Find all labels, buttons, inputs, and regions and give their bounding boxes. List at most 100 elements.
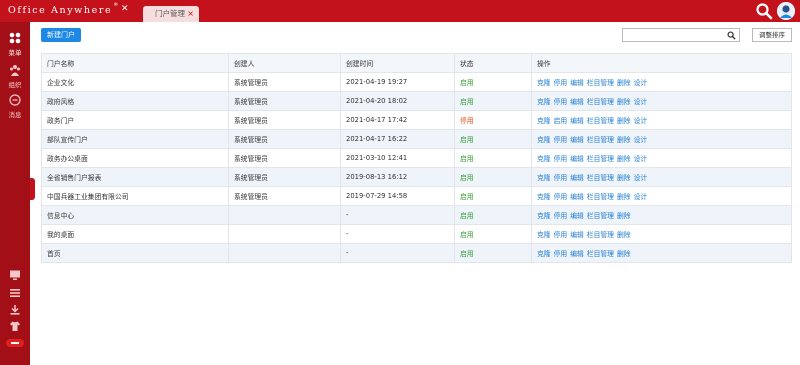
action-link[interactable]: 停用 bbox=[554, 250, 568, 258]
action-link[interactable]: 栏目管理 bbox=[587, 79, 614, 87]
search-icon[interactable] bbox=[755, 2, 773, 20]
monitor-icon[interactable] bbox=[9, 269, 21, 281]
sidebar-item-messages[interactable]: 消息 bbox=[0, 94, 30, 119]
action-link[interactable]: 编辑 bbox=[570, 98, 584, 106]
message-icon bbox=[9, 94, 21, 106]
action-link[interactable]: 编辑 bbox=[570, 231, 584, 239]
table-row: 首页 - 启用 克隆 停用 编辑 栏目管理 删除 bbox=[41, 243, 792, 263]
action-link[interactable]: 栏目管理 bbox=[587, 98, 614, 106]
action-link[interactable]: 删除 bbox=[617, 174, 631, 182]
action-link[interactable]: 编辑 bbox=[570, 212, 584, 220]
portal-name-cell: 企业文化 bbox=[41, 72, 229, 92]
action-link[interactable]: 编辑 bbox=[570, 250, 584, 258]
action-link[interactable]: 设计 bbox=[634, 117, 648, 125]
action-link[interactable]: 栏目管理 bbox=[587, 212, 614, 220]
actions-cell: 克隆 停用 编辑 栏目管理 删除 bbox=[531, 205, 792, 225]
action-link[interactable]: 栏目管理 bbox=[587, 155, 614, 163]
new-portal-button[interactable]: 新建门户 bbox=[41, 28, 81, 42]
action-link[interactable]: 克隆 bbox=[537, 174, 551, 182]
search-icon[interactable] bbox=[727, 31, 736, 40]
action-link[interactable]: 停用 bbox=[554, 155, 568, 163]
action-link[interactable]: 克隆 bbox=[537, 231, 551, 239]
shirt-icon[interactable] bbox=[9, 320, 21, 332]
action-link[interactable]: 编辑 bbox=[570, 193, 584, 201]
action-link[interactable]: 停用 bbox=[554, 231, 568, 239]
action-link[interactable]: 克隆 bbox=[537, 155, 551, 163]
portal-name-cell: 首页 bbox=[41, 243, 229, 263]
action-link[interactable]: 删除 bbox=[617, 98, 631, 106]
action-link[interactable]: 克隆 bbox=[537, 98, 551, 106]
action-link[interactable]: 编辑 bbox=[570, 174, 584, 182]
actions-cell: 克隆 停用 编辑 栏目管理 删除 bbox=[531, 243, 792, 263]
actions-cell: 克隆 停用 编辑 栏目管理 删除 设计 bbox=[531, 148, 792, 168]
action-link[interactable]: 设计 bbox=[634, 79, 648, 87]
list-icon[interactable] bbox=[9, 287, 21, 299]
action-link[interactable]: 栏目管理 bbox=[587, 174, 614, 182]
action-link[interactable]: 克隆 bbox=[537, 193, 551, 201]
close-icon[interactable]: ✕ bbox=[121, 5, 129, 14]
action-link[interactable]: 停用 bbox=[554, 98, 568, 106]
sidebar-item-org[interactable]: 组织 bbox=[0, 64, 30, 89]
action-link[interactable]: 克隆 bbox=[537, 79, 551, 87]
action-link[interactable]: 删除 bbox=[617, 155, 631, 163]
search-field[interactable] bbox=[622, 28, 740, 42]
action-link[interactable]: 设计 bbox=[634, 98, 648, 106]
action-link[interactable]: 栏目管理 bbox=[587, 117, 614, 125]
action-link[interactable]: 设计 bbox=[634, 136, 648, 144]
action-link[interactable]: 设计 bbox=[634, 193, 648, 201]
action-link[interactable]: 克隆 bbox=[537, 212, 551, 220]
action-link[interactable]: 克隆 bbox=[537, 250, 551, 258]
action-link[interactable]: 栏目管理 bbox=[587, 136, 614, 144]
action-link[interactable]: 停用 bbox=[554, 193, 568, 201]
action-link[interactable]: 栏目管理 bbox=[587, 193, 614, 201]
action-link[interactable]: 编辑 bbox=[570, 79, 584, 87]
action-link[interactable]: 停用 bbox=[554, 174, 568, 182]
action-link[interactable]: 删除 bbox=[617, 79, 631, 87]
actions-cell: 克隆 停用 编辑 栏目管理 删除 设计 bbox=[531, 72, 792, 92]
action-link[interactable]: 删除 bbox=[617, 250, 631, 258]
column-header: 门户名称 bbox=[41, 53, 229, 73]
action-link[interactable]: 停用 bbox=[554, 136, 568, 144]
portal-name-cell: 政务门户 bbox=[41, 110, 229, 130]
created-time-cell: 2019-07-29 14:58 bbox=[340, 186, 455, 206]
action-link[interactable]: 克隆 bbox=[537, 117, 551, 125]
action-link[interactable]: 删除 bbox=[617, 193, 631, 201]
sidebar-item-menu[interactable]: 菜单 bbox=[0, 32, 30, 57]
avatar[interactable] bbox=[777, 2, 795, 20]
tab-close-icon[interactable]: × bbox=[187, 6, 194, 22]
search-input[interactable] bbox=[626, 30, 722, 40]
action-link[interactable]: 删除 bbox=[617, 117, 631, 125]
action-link[interactable]: 栏目管理 bbox=[587, 250, 614, 258]
action-link[interactable]: 栏目管理 bbox=[587, 231, 614, 239]
download-icon[interactable] bbox=[9, 304, 21, 316]
status-cell: 停用 bbox=[454, 110, 532, 130]
action-link[interactable]: 停用 bbox=[554, 79, 568, 87]
action-link[interactable]: 编辑 bbox=[570, 136, 584, 144]
action-link[interactable]: 删除 bbox=[617, 136, 631, 144]
app-logo: Office Anywhere® bbox=[8, 2, 120, 17]
action-link[interactable]: 编辑 bbox=[570, 117, 584, 125]
action-link[interactable]: 编辑 bbox=[570, 155, 584, 163]
action-link[interactable]: 克隆 bbox=[537, 136, 551, 144]
action-link[interactable]: 设计 bbox=[634, 155, 648, 163]
column-header: 创建人 bbox=[228, 53, 341, 73]
action-link[interactable]: 启用 bbox=[554, 117, 568, 125]
table-row: 我的桌面 - 启用 克隆 停用 编辑 栏目管理 删除 bbox=[41, 224, 792, 244]
actions-cell: 克隆 停用 编辑 栏目管理 删除 bbox=[531, 224, 792, 244]
status-cell: 启用 bbox=[454, 186, 532, 206]
action-link[interactable]: 设计 bbox=[634, 174, 648, 182]
adjust-order-button[interactable]: 调整排序 bbox=[752, 28, 792, 42]
tab-portal-management[interactable]: 门户管理 × bbox=[143, 6, 199, 22]
portal-name-cell: 政务办公桌面 bbox=[41, 148, 229, 168]
creator-cell bbox=[228, 243, 341, 263]
action-link[interactable]: 停用 bbox=[554, 212, 568, 220]
action-link[interactable]: 删除 bbox=[617, 212, 631, 220]
table-body: 企业文化 系统管理员 2021-04-19 19:27 启用 克隆 停用 编辑 栏目管理 删除设… bbox=[41, 72, 792, 263]
sidebar-item-label: 消息 bbox=[8, 111, 22, 119]
actions-cell: 克隆 停用 编辑 栏目管理 删除 设计 bbox=[531, 167, 792, 187]
actions-cell: 克隆 停用 编辑 栏目管理 删除 设计 bbox=[531, 129, 792, 149]
portal-name-cell: 政府风格 bbox=[41, 91, 229, 111]
action-link[interactable]: 删除 bbox=[617, 231, 631, 239]
toggle-pill-icon[interactable] bbox=[6, 339, 24, 347]
sidebar-collapse-handle[interactable] bbox=[30, 178, 35, 200]
